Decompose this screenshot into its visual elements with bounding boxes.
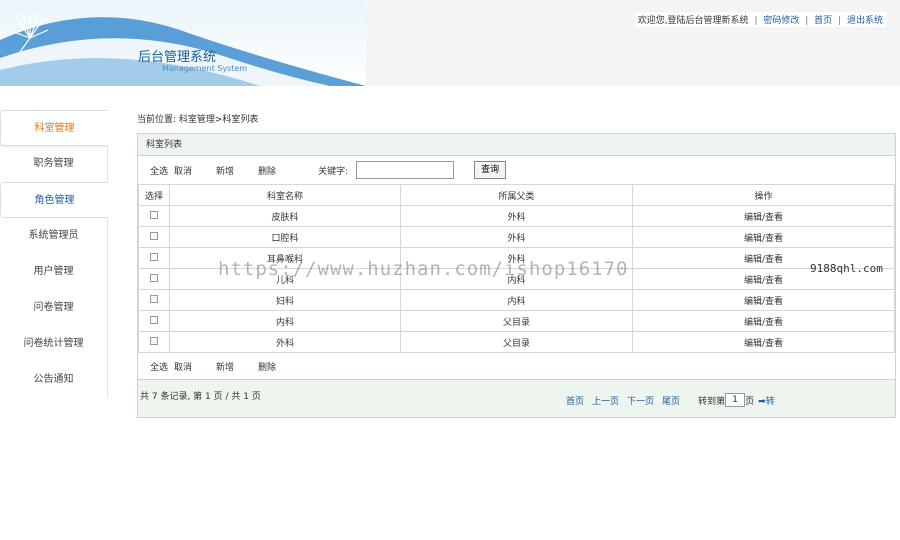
keyword-input[interactable]	[356, 161, 455, 179]
row-checkbox[interactable]	[150, 336, 158, 345]
parent-category-cell: 外科	[400, 205, 633, 227]
pagination-footer: 共 7 条记录, 第 1 页 / 共 1 页 首页 上一页 下一页 尾页 转到第…	[138, 379, 895, 417]
next-page-link[interactable]: 下一页	[627, 394, 654, 407]
add-button[interactable]: 新增	[216, 164, 234, 177]
row-select-cell	[138, 268, 170, 290]
prev-page-link[interactable]: 上一页	[592, 394, 619, 407]
row-select-cell	[138, 247, 170, 269]
search-button[interactable]: 查询	[474, 161, 507, 179]
row-checkbox[interactable]	[150, 315, 158, 324]
jump-label: 转到第	[698, 396, 726, 407]
logout-link[interactable]: 退出系统	[847, 16, 883, 26]
app-subtitle: Management System	[162, 64, 248, 73]
record-summary: 共 7 条记录, 第 1 页 / 共 1 页	[140, 392, 261, 402]
parent-category-cell: 内科	[400, 289, 633, 311]
sidebar-item-survey[interactable]: 问卷管理	[0, 290, 108, 326]
parent-category-cell: 父目录	[400, 331, 633, 353]
row-select-cell	[138, 289, 170, 311]
sidebar-item-survey-stats[interactable]: 问卷统计管理	[0, 326, 108, 362]
row-checkbox[interactable]	[150, 294, 158, 303]
row-checkbox[interactable]	[150, 210, 158, 219]
column-header-parent: 所属父类	[400, 184, 633, 206]
parent-category-cell: 外科	[400, 226, 633, 248]
pagination: 首页 上一页 下一页 尾页 转到第 1 页 ➡转	[566, 393, 775, 407]
dandelion-logo-icon	[0, 11, 366, 86]
table-row: 外科 父目录 编辑/查看	[138, 331, 895, 353]
page-suffix: 页	[745, 396, 755, 407]
keyword-label: 关键字:	[318, 166, 349, 177]
watermark-site: 9188qhl.com	[810, 262, 883, 275]
sidebar-item-position[interactable]: 职务管理	[0, 146, 108, 182]
table-row: 口腔科 外科 编辑/查看	[138, 226, 895, 248]
edit-view-link[interactable]: 编辑/查看	[632, 310, 895, 332]
brand-banner: 后台管理系统 Management System	[0, 0, 366, 86]
department-name-cell: 妇科	[169, 289, 401, 311]
last-page-link[interactable]: 尾页	[662, 394, 680, 407]
sidebar-item-notices[interactable]: 公告通知	[0, 362, 108, 398]
sidebar-item-role[interactable]: 角色管理	[0, 182, 108, 218]
page-number-input[interactable]: 1	[725, 393, 746, 407]
home-link[interactable]: 首页	[814, 16, 832, 26]
breadcrumb: 当前位置: 科室管理>科室列表	[137, 115, 259, 125]
row-checkbox[interactable]	[150, 231, 158, 240]
table-row: 皮肤科 外科 编辑/查看	[138, 205, 895, 227]
sidebar-item-users[interactable]: 用户管理	[0, 254, 108, 290]
select-all-button[interactable]: 全选	[150, 164, 168, 177]
edit-view-link[interactable]: 编辑/查看	[632, 205, 895, 227]
row-select-cell	[138, 310, 170, 332]
go-button[interactable]: ➡转	[758, 394, 775, 407]
column-header-select: 选择	[138, 184, 170, 206]
add-button-bottom[interactable]: 新增	[216, 360, 234, 373]
department-name-cell: 外科	[169, 331, 401, 353]
row-select-cell	[138, 331, 170, 353]
watermark-url: https://www.huzhan.com/ishop16170	[218, 258, 629, 280]
row-select-cell	[138, 205, 170, 227]
app-title: 后台管理系统	[138, 50, 217, 65]
bottom-toolbar: 全选 取消 新增 删除	[138, 353, 895, 379]
sidebar-item-admin[interactable]: 系统管理员	[0, 218, 108, 254]
department-name-cell: 口腔科	[169, 226, 401, 248]
row-checkbox[interactable]	[150, 273, 158, 282]
edit-view-link[interactable]: 编辑/查看	[632, 331, 895, 353]
welcome-text: 欢迎您,登陆后台管理新系统	[637, 16, 749, 26]
sidebar-item-department[interactable]: 科室管理	[0, 110, 108, 146]
row-checkbox[interactable]	[150, 252, 158, 261]
delete-button-bottom[interactable]: 删除	[258, 360, 276, 373]
edit-view-link[interactable]: 编辑/查看	[632, 289, 895, 311]
first-page-link[interactable]: 首页	[566, 394, 584, 407]
cancel-selection-button[interactable]: 取消	[174, 164, 192, 177]
table-row: 妇科 内科 编辑/查看	[138, 289, 895, 311]
table-row: 内科 父目录 编辑/查看	[138, 310, 895, 332]
column-header-actions: 操作	[632, 184, 895, 206]
select-all-button-bottom[interactable]: 全选	[150, 360, 168, 373]
delete-button[interactable]: 删除	[258, 164, 276, 177]
department-name-cell: 内科	[169, 310, 401, 332]
edit-view-link[interactable]: 编辑/查看	[632, 226, 895, 248]
top-links: 欢迎您,登陆后台管理新系统 | 密码修改 | 首页 | 退出系统	[634, 12, 886, 27]
column-header-name: 科室名称	[169, 184, 401, 206]
header: 后台管理系统 Management System 欢迎您,登陆后台管理新系统 |…	[0, 0, 900, 86]
row-select-cell	[138, 226, 170, 248]
table-header-row: 选择 科室名称 所属父类 操作	[138, 184, 895, 206]
sidebar: 科室管理 职务管理 角色管理 系统管理员 用户管理 问卷管理 问卷统计管理 公告…	[0, 110, 108, 398]
parent-category-cell: 父目录	[400, 310, 633, 332]
panel-title: 科室列表	[138, 134, 895, 156]
cancel-selection-button-bottom[interactable]: 取消	[174, 360, 192, 373]
top-toolbar: 全选 取消 新增 删除 关键字: 查询	[138, 156, 895, 184]
department-name-cell: 皮肤科	[169, 205, 401, 227]
change-password-link[interactable]: 密码修改	[763, 16, 799, 26]
